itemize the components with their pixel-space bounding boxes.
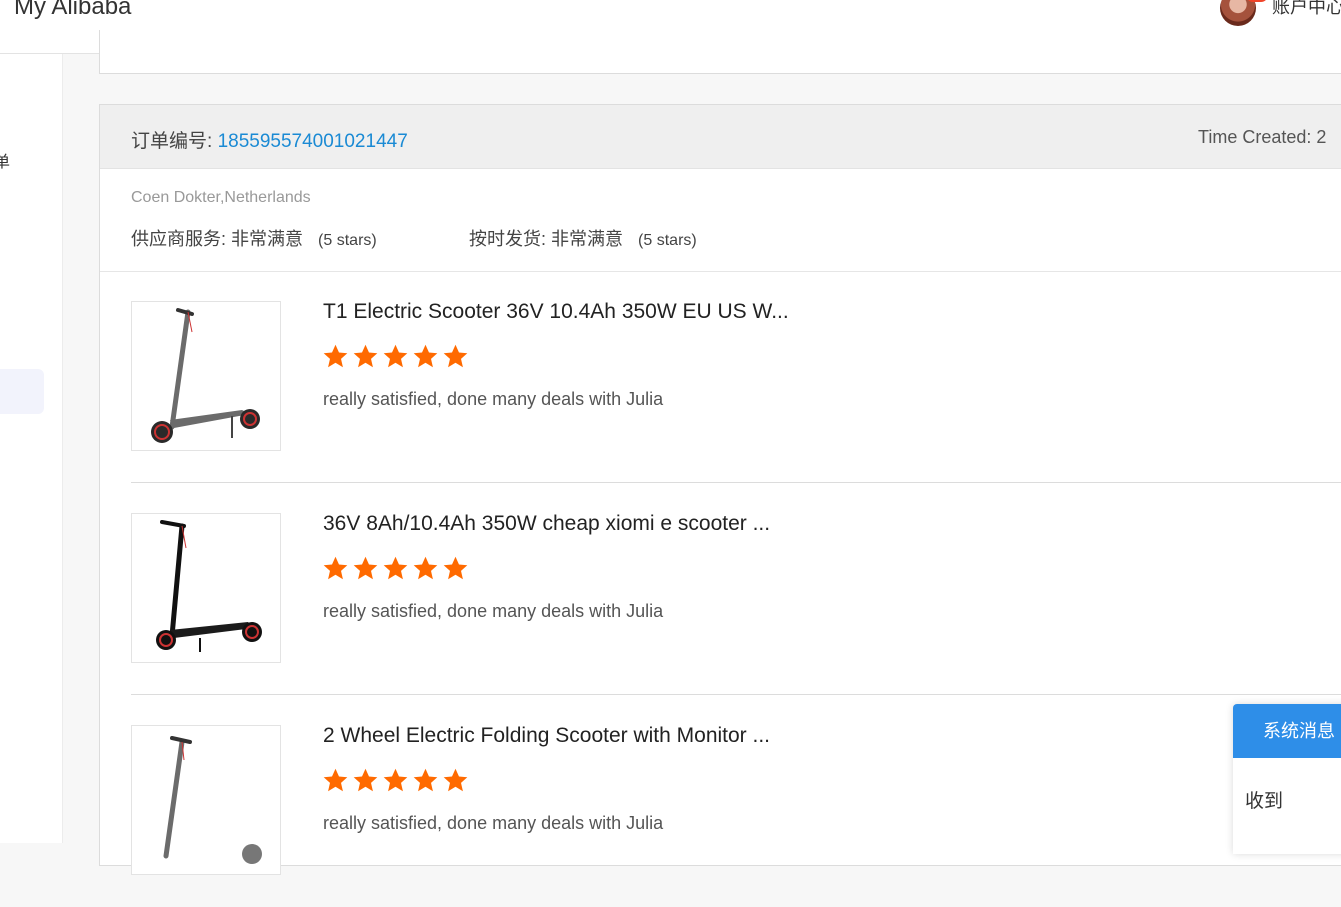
list-item: 2 Wheel Electric Folding Scooter with Mo… <box>131 695 1341 907</box>
system-message-text: 收到 <box>1245 791 1284 812</box>
star-icon <box>323 768 348 792</box>
order-number-link[interactable]: 185595574001021447 <box>218 131 408 152</box>
star-icon <box>323 344 348 368</box>
supplier-service-value: 非常满意 <box>231 229 304 249</box>
order-number-label: 订单编号: <box>131 131 213 152</box>
avatar[interactable] <box>1220 0 1256 26</box>
rating-stars <box>322 555 469 582</box>
product-title[interactable]: 2 Wheel Electric Folding Scooter with Mo… <box>323 724 770 748</box>
on-time-delivery-rating: 按时发货: 非常满意 (5 stars) <box>469 225 697 251</box>
scooter-image-icon <box>151 308 260 443</box>
star-icon <box>413 344 438 368</box>
on-time-delivery-value: 非常满意 <box>551 229 624 249</box>
previous-order-card <box>99 30 1341 74</box>
system-message-panel[interactable]: 系统消息 收到 <box>1233 704 1341 854</box>
time-created: Time Created: 2 <box>1198 127 1327 147</box>
product-image[interactable] <box>131 725 281 875</box>
order-card: 订单编号: 185595574001021447 Time Created: 2… <box>99 104 1341 875</box>
order-number: 订单编号: 185595574001021447 <box>131 126 408 153</box>
star-icon <box>353 556 378 580</box>
supplier-service-stars: (5 stars) <box>318 232 377 249</box>
user-avatar[interactable]: 99 <box>1220 0 1269 26</box>
buyer-name: Coen Dokter,Netherlands <box>131 189 311 206</box>
brand-title[interactable]: My Alibaba <box>14 0 131 21</box>
review-text: really satisfied, done many deals with J… <box>323 813 664 833</box>
star-icon <box>443 344 468 368</box>
supplier-service-label: 供应商服务: <box>131 229 227 249</box>
sidebar-item-label[interactable]: 单 <box>0 148 10 172</box>
review-text: really satisfied, done many deals with J… <box>323 389 664 409</box>
on-time-delivery-label: 按时发货: <box>469 229 547 249</box>
order-info: Coen Dokter,Netherlands 供应商服务: 非常满意 (5 s… <box>100 169 1341 272</box>
scooter-image-icon <box>156 520 262 652</box>
supplier-service-rating: 供应商服务: 非常满意 (5 stars) <box>131 225 377 251</box>
rating-stars <box>322 343 469 370</box>
star-icon <box>443 768 468 792</box>
star-icon <box>383 768 408 792</box>
order-header: 订单编号: 185595574001021447 Time Created: 2 <box>100 105 1341 169</box>
star-icon <box>323 556 348 580</box>
scooter-image-icon <box>163 736 262 864</box>
star-icon <box>413 556 438 580</box>
sidebar-active-item[interactable] <box>0 369 44 414</box>
account-center-link[interactable]: 账户中心 <box>1272 0 1341 18</box>
star-icon <box>353 768 378 792</box>
list-item: T1 Electric Scooter 36V 10.4Ah 350W EU U… <box>131 271 1341 483</box>
star-icon <box>383 344 408 368</box>
rating-stars <box>322 767 469 794</box>
star-icon <box>443 556 468 580</box>
product-title[interactable]: T1 Electric Scooter 36V 10.4Ah 350W EU U… <box>323 300 789 324</box>
on-time-delivery-stars: (5 stars) <box>638 232 697 249</box>
review-text: really satisfied, done many deals with J… <box>323 601 664 621</box>
list-item: 36V 8Ah/10.4Ah 350W cheap xiomi e scoote… <box>131 483 1341 695</box>
product-image[interactable] <box>131 513 281 663</box>
system-message-title[interactable]: 系统消息 <box>1233 704 1341 758</box>
star-icon <box>413 768 438 792</box>
star-icon <box>353 344 378 368</box>
star-icon <box>383 556 408 580</box>
product-title[interactable]: 36V 8Ah/10.4Ah 350W cheap xiomi e scoote… <box>323 512 770 536</box>
sidebar: 单 <box>0 54 63 843</box>
product-image[interactable] <box>131 301 281 451</box>
